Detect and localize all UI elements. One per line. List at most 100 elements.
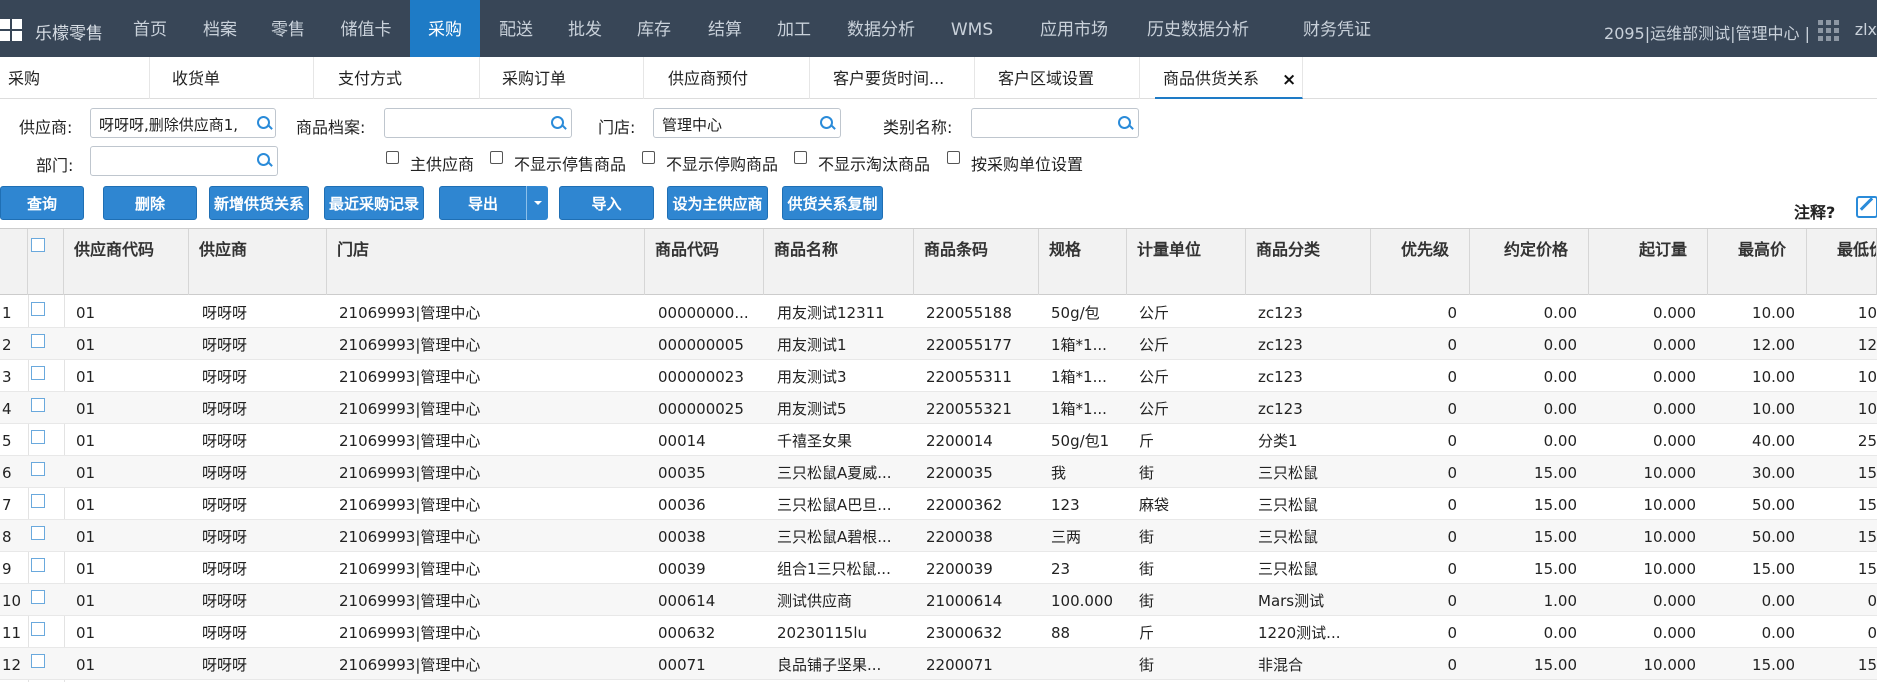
row-checkbox[interactable] (31, 366, 45, 380)
table-row[interactable]: 9 01 呀呀呀 21069993|管理中心 00039 组合1三只松鼠... 220003… (0, 552, 1877, 584)
query-button[interactable]: 查询 (0, 186, 84, 220)
recent-purchase-button[interactable]: 最近采购记录 (324, 186, 424, 220)
by-purchase-unit-checkbox[interactable] (947, 151, 960, 164)
col-barcode[interactable]: 商品条码 (914, 229, 1039, 295)
product-archive-input[interactable] (384, 108, 572, 138)
row-checkbox[interactable] (31, 398, 45, 412)
agreed-price-cell: 15.00 (1534, 560, 1577, 578)
app-grid-logo-icon[interactable] (0, 19, 22, 41)
delete-button[interactable]: 删除 (103, 186, 197, 220)
col-priority[interactable]: 优先级 (1371, 229, 1470, 295)
table-row[interactable]: 10 01 呀呀呀 21069993|管理中心 000614 测试供应商 21000614 1… (0, 584, 1877, 616)
table-row[interactable]: 5 01 呀呀呀 21069993|管理中心 00014 千禧圣女果 2200014 50g/… (0, 424, 1877, 456)
col-max-price[interactable]: 最高价 (1708, 229, 1807, 295)
row-checkbox[interactable] (31, 622, 45, 636)
col-unit[interactable]: 计量单位 (1127, 229, 1246, 295)
tab-purchase[interactable]: 采购 (0, 57, 150, 99)
export-dropdown-icon[interactable] (526, 186, 548, 220)
tab-supply-relation[interactable]: 商品供货关系 (1155, 57, 1303, 99)
table-row[interactable]: 7 01 呀呀呀 21069993|管理中心 00036 三只松鼠A巴旦... 220003… (0, 488, 1877, 520)
tab-supplier-prepay[interactable]: 供应商预付 (660, 57, 810, 99)
row-checkbox[interactable] (31, 558, 45, 572)
category-input[interactable] (971, 108, 1139, 138)
tab-customer-order-time[interactable]: 客户要货时间... (825, 57, 975, 99)
table-row[interactable]: 8 01 呀呀呀 21069993|管理中心 00038 三只松鼠A碧根... 220003… (0, 520, 1877, 552)
tab-payment-method[interactable]: 支付方式 (330, 57, 480, 99)
nav-item-distribution[interactable]: 配送 (486, 0, 546, 57)
supplier-input[interactable]: 呀呀呀,删除供应商1, (90, 108, 276, 138)
close-tab-icon[interactable]: × (1282, 70, 1296, 90)
max-price-cell: 50.00 (1752, 496, 1795, 514)
edit-icon[interactable] (1856, 196, 1877, 218)
department-search-icon[interactable] (257, 153, 272, 168)
product-search-icon[interactable] (551, 116, 566, 131)
nav-item-wholesale[interactable]: 批发 (555, 0, 615, 57)
nav-item-purchase[interactable]: 采购 (410, 0, 480, 57)
nav-item-settlement[interactable]: 结算 (695, 0, 755, 57)
nav-item-home[interactable]: 首页 (120, 0, 180, 57)
product-name-cell: 三只松鼠A巴旦... (777, 496, 892, 514)
department-input[interactable] (90, 146, 278, 176)
nav-item-retail[interactable]: 零售 (258, 0, 318, 57)
col-store[interactable]: 门店 (327, 229, 645, 295)
export-button[interactable]: 导出 (439, 186, 527, 220)
main-supplier-checkbox[interactable] (386, 151, 399, 164)
row-checkbox[interactable] (31, 462, 45, 476)
row-checkbox[interactable] (31, 654, 45, 668)
nav-item-finance-voucher[interactable]: 财务凭证 (1284, 0, 1390, 57)
col-supplier-code[interactable]: 供应商代码 (64, 229, 189, 295)
category-search-icon[interactable] (1118, 116, 1133, 131)
import-button[interactable]: 导入 (559, 186, 654, 220)
row-checkbox[interactable] (31, 590, 45, 604)
nav-item-data-analysis[interactable]: 数据分析 (836, 0, 926, 57)
nav-item-wms[interactable]: WMS (944, 0, 1000, 57)
user-name[interactable]: zlx (1855, 20, 1877, 39)
product-code-cell: 00071 (658, 656, 706, 674)
col-min-order-qty[interactable]: 起订量 (1589, 229, 1708, 295)
nav-item-processing[interactable]: 加工 (764, 0, 824, 57)
col-product-name[interactable]: 商品名称 (764, 229, 914, 295)
nav-item-app-market[interactable]: 应用市场 (1022, 0, 1126, 57)
tab-purchase-order[interactable]: 采购订单 (494, 57, 644, 99)
select-all-checkbox[interactable] (31, 238, 45, 252)
nav-item-stored-value-card[interactable]: 储值卡 (330, 0, 402, 57)
table-row[interactable]: 2 01 呀呀呀 21069993|管理中心 000000005 用友测试1 2200551… (0, 328, 1877, 360)
table-row[interactable]: 12 01 呀呀呀 21069993|管理中心 00071 良品铺子坚果... 220007… (0, 648, 1877, 680)
nav-item-history-analysis[interactable]: 历史数据分析 (1126, 0, 1270, 57)
hide-stopped-sale-checkbox[interactable] (490, 151, 503, 164)
nav-item-inventory[interactable]: 库存 (624, 0, 684, 57)
store-search-icon[interactable] (820, 116, 835, 131)
col-category[interactable]: 商品分类 (1246, 229, 1371, 295)
apps-grid-icon[interactable] (1818, 20, 1840, 42)
supplier-search-icon[interactable] (257, 116, 272, 131)
hide-stopped-purchase-checkbox[interactable] (642, 151, 655, 164)
table-row[interactable]: 6 01 呀呀呀 21069993|管理中心 00035 三只松鼠A夏威... 220003… (0, 456, 1877, 488)
col-agreed-price[interactable]: 约定价格 (1470, 229, 1589, 295)
tab-customer-region[interactable]: 客户区域设置 (990, 57, 1140, 99)
table-row[interactable]: 4 01 呀呀呀 21069993|管理中心 000000025 用友测试5 2200553… (0, 392, 1877, 424)
table-row[interactable]: 1 01 呀呀呀 21069993|管理中心 00000000... 用友测试12311 2… (0, 296, 1877, 328)
col-product-code[interactable]: 商品代码 (645, 229, 764, 295)
nav-item-archive[interactable]: 档案 (190, 0, 250, 57)
set-main-supplier-button[interactable]: 设为主供应商 (667, 186, 768, 220)
col-supplier[interactable]: 供应商 (189, 229, 327, 295)
col-min-price[interactable]: 最低价 (1807, 229, 1877, 295)
spec-cell: 1箱*1... (1051, 336, 1107, 354)
row-checkbox[interactable] (31, 494, 45, 508)
row-checkbox[interactable] (31, 334, 45, 348)
hide-eliminated-checkbox[interactable] (794, 151, 807, 164)
row-checkbox[interactable] (31, 302, 45, 316)
category-cell: zc123 (1258, 400, 1303, 418)
store-input[interactable]: 管理中心 (653, 108, 841, 138)
barcode-cell: 2200071 (926, 656, 993, 674)
table-row[interactable]: 3 01 呀呀呀 21069993|管理中心 000000023 用友测试3 2200553… (0, 360, 1877, 392)
add-supply-relation-button[interactable]: 新增供货关系 (209, 186, 309, 220)
row-checkbox[interactable] (31, 526, 45, 540)
table-row[interactable]: 11 01 呀呀呀 21069993|管理中心 000632 20230115lu 2300… (0, 616, 1877, 648)
product-code-cell: 000000023 (658, 368, 744, 386)
col-spec[interactable]: 规格 (1039, 229, 1127, 295)
tab-receipt[interactable]: 收货单 (164, 57, 314, 99)
row-checkbox[interactable] (31, 430, 45, 444)
min-order-qty-cell: 10.000 (1643, 528, 1697, 546)
copy-supply-relation-button[interactable]: 供货关系复制 (782, 186, 883, 220)
